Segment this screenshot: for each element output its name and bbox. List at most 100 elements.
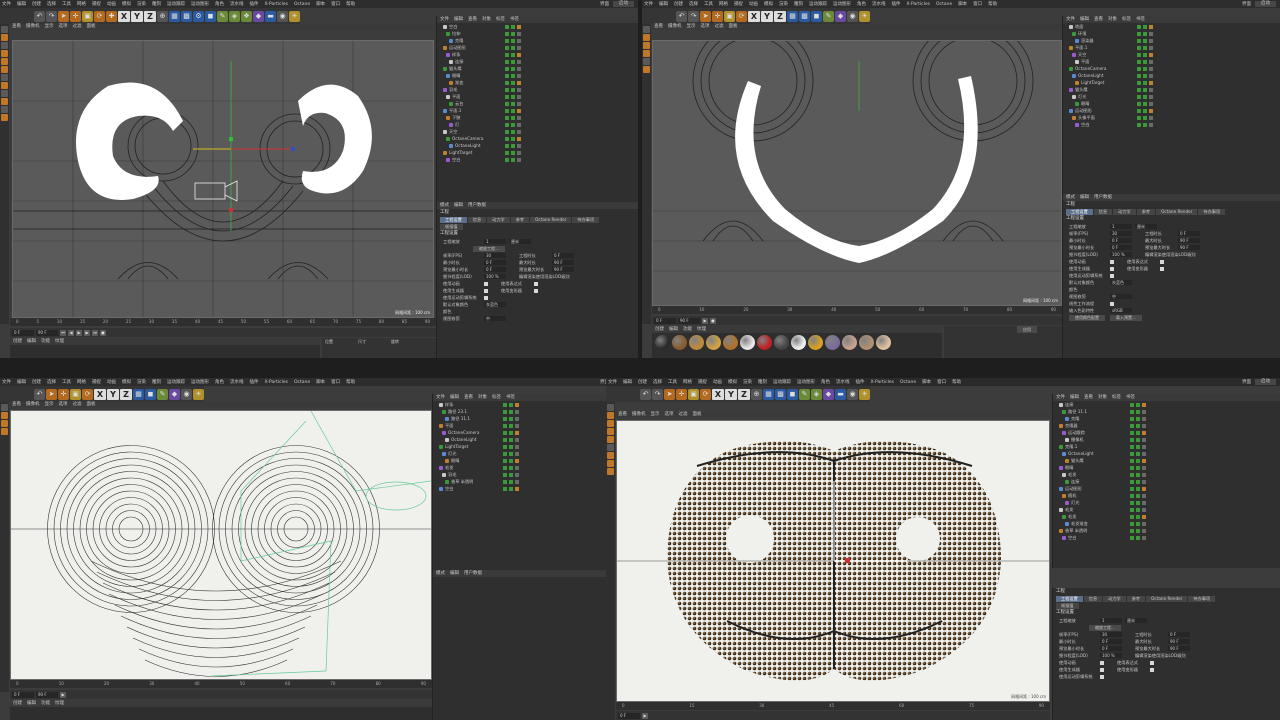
param-field[interactable]: 30 xyxy=(484,253,506,258)
om-menu-object[interactable]: 对象 xyxy=(482,16,491,23)
object-tree-item[interactable]: 猫头鹰 xyxy=(1063,86,1280,93)
checkbox[interactable] xyxy=(1100,660,1104,665)
visibility-dot-icon[interactable] xyxy=(1142,479,1147,484)
menu-pipeline[interactable]: 流水线 xyxy=(872,1,886,7)
param-field[interactable]: 90 F xyxy=(1168,646,1190,651)
object-tree-item[interactable]: 眼睛 xyxy=(1053,464,1280,471)
object-tree-item[interactable]: LightTarget xyxy=(1063,79,1280,86)
param-field[interactable]: 0 F xyxy=(1110,245,1132,250)
visibility-dot-icon[interactable] xyxy=(1136,94,1141,99)
visibility-dot-icon[interactable] xyxy=(502,451,507,456)
end-frame-field[interactable]: 90 F xyxy=(678,317,700,324)
param-field[interactable]: 90 F xyxy=(552,267,574,272)
z-axis-lock-button[interactable]: Z xyxy=(120,388,132,400)
om-menu-object[interactable]: 对象 xyxy=(1098,394,1107,401)
checkbox[interactable] xyxy=(1160,259,1164,264)
visibility-dot-icon[interactable] xyxy=(511,143,516,148)
visibility-dot-icon[interactable] xyxy=(1136,458,1141,463)
object-tree-item[interactable]: OctaneLight xyxy=(1053,450,1280,457)
scale-icon[interactable]: ▣ xyxy=(724,10,735,22)
object-tree-item[interactable]: 运动图形 xyxy=(1063,107,1280,114)
vp-menu-options[interactable]: 选项 xyxy=(665,412,674,418)
om-menu-object[interactable]: 对象 xyxy=(478,394,487,401)
mat-menu-create[interactable]: 创建 xyxy=(13,338,22,345)
object-tree-item[interactable]: LightTarget xyxy=(437,149,638,156)
om-menu-tags[interactable]: 标签 xyxy=(496,16,505,23)
object-tree-item[interactable]: 渐变 xyxy=(437,79,638,86)
menu-xparticles[interactable]: X-Particles xyxy=(871,380,894,385)
visibility-dot-icon[interactable] xyxy=(511,66,516,71)
menu-simulate[interactable]: 模拟 xyxy=(728,379,737,385)
render-view-icon[interactable]: ▦ xyxy=(133,388,144,400)
param-field[interactable]: 0 F xyxy=(484,260,506,265)
y-axis-lock-button[interactable]: Y xyxy=(131,10,143,22)
visibility-dot-icon[interactable] xyxy=(1130,409,1135,414)
object-tree-item[interactable]: 运动跟踪 xyxy=(1053,429,1280,436)
visibility-dot-icon[interactable] xyxy=(1136,472,1141,477)
param-field[interactable]: 100 % xyxy=(1100,653,1122,658)
visibility-dot-icon[interactable] xyxy=(1142,507,1147,512)
project-scale-unit[interactable]: 厘米 xyxy=(1135,224,1157,229)
visibility-dot-icon[interactable] xyxy=(1136,479,1141,484)
camera-icon[interactable]: ◉ xyxy=(277,10,288,22)
visibility-dot-icon[interactable] xyxy=(505,108,510,113)
rotate-icon[interactable]: ⟳ xyxy=(700,388,711,400)
material-swatch[interactable] xyxy=(723,335,738,350)
menu-select[interactable]: 选择 xyxy=(653,379,662,385)
menu-create[interactable]: 创建 xyxy=(674,1,683,7)
visibility-dot-icon[interactable] xyxy=(502,423,507,428)
menu-character[interactable]: 角色 xyxy=(215,1,224,7)
tweak-mode-icon[interactable] xyxy=(607,452,614,459)
menu-file[interactable]: 文件 xyxy=(608,379,617,385)
checkbox[interactable] xyxy=(1110,259,1114,264)
perspective-viewport[interactable]: 网格间距 : 100 cm xyxy=(616,420,1050,702)
move-icon[interactable]: ✛ xyxy=(70,10,81,22)
visibility-dot-icon[interactable] xyxy=(1136,528,1141,533)
object-tree-item[interactable]: 空白 xyxy=(1063,121,1280,128)
visibility-dot-icon[interactable] xyxy=(1130,528,1135,533)
param-field[interactable]: 100 % xyxy=(484,274,506,279)
menu-animate[interactable]: 动画 xyxy=(107,379,116,385)
spline-pen-icon[interactable]: ✎ xyxy=(217,10,228,22)
visibility-dot-icon[interactable] xyxy=(1136,416,1141,421)
visibility-dot-icon[interactable] xyxy=(517,115,522,120)
tag-icon[interactable] xyxy=(517,52,522,57)
visibility-dot-icon[interactable] xyxy=(514,472,519,477)
visibility-dot-icon[interactable] xyxy=(1136,115,1141,120)
visibility-dot-icon[interactable] xyxy=(511,80,516,85)
mat-menu-texture[interactable]: 纹理 xyxy=(55,338,64,345)
object-tree-item[interactable]: 灯光 xyxy=(1063,93,1280,100)
menu-xparticles[interactable]: X-Particles xyxy=(907,2,930,7)
visibility-dot-icon[interactable] xyxy=(505,52,510,57)
visibility-dot-icon[interactable] xyxy=(508,444,513,449)
visibility-dot-icon[interactable] xyxy=(502,402,507,407)
material-swatch[interactable] xyxy=(791,335,806,350)
visibility-dot-icon[interactable] xyxy=(517,150,522,155)
visibility-dot-icon[interactable] xyxy=(511,108,516,113)
menu-motion-tracking[interactable]: 运动跟踪 xyxy=(809,1,827,7)
menu-animate[interactable]: 动画 xyxy=(107,1,116,7)
tab-info[interactable]: 信息 xyxy=(1083,596,1103,602)
prev-frame-icon[interactable]: ◀ xyxy=(68,329,74,336)
menu-script[interactable]: 脚本 xyxy=(922,379,931,385)
solo-icon[interactable] xyxy=(1,90,8,97)
tag-icon[interactable] xyxy=(514,486,519,491)
menu-help[interactable]: 帮助 xyxy=(952,379,961,385)
menu-simulate[interactable]: 模拟 xyxy=(764,1,773,7)
param-field[interactable]: 0 F xyxy=(1100,646,1122,651)
linear-workflow-checkbox[interactable] xyxy=(1110,301,1114,306)
menu-tools[interactable]: 工具 xyxy=(704,1,713,7)
menu-script[interactable]: 脚本 xyxy=(316,379,325,385)
render-settings-icon[interactable]: ⚙ xyxy=(193,10,204,22)
vp-menu-panel[interactable]: 面板 xyxy=(87,402,96,408)
checkbox[interactable] xyxy=(534,281,538,286)
layout-dropdown[interactable]: 启动 xyxy=(1255,1,1276,7)
object-tree-item[interactable]: 天空 xyxy=(1063,51,1280,58)
visibility-dot-icon[interactable] xyxy=(1136,52,1141,57)
visibility-dot-icon[interactable] xyxy=(502,465,507,470)
visibility-dot-icon[interactable] xyxy=(502,416,507,421)
menu-snap[interactable]: 捕捉 xyxy=(92,379,101,385)
vp-menu-options[interactable]: 选项 xyxy=(59,402,68,408)
visibility-dot-icon[interactable] xyxy=(1136,465,1141,470)
am-menu-user-data[interactable]: 用户数据 xyxy=(1094,194,1112,201)
